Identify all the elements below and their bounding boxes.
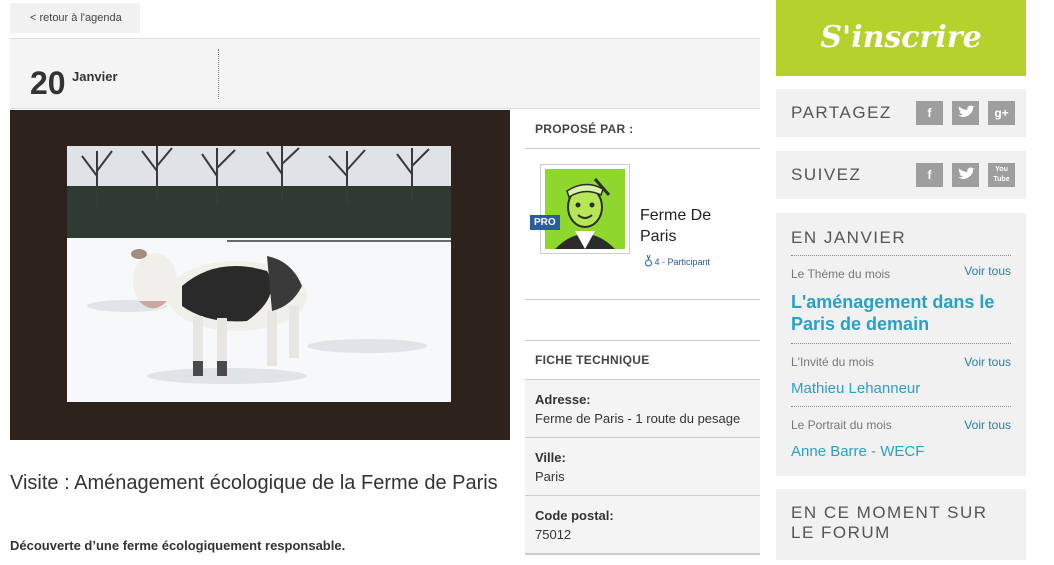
fiche-label: Ville:	[535, 450, 566, 465]
fiche-row-postal-code: Code postal: 75012	[525, 496, 760, 554]
google-plus-icon[interactable]: g+	[988, 101, 1015, 125]
event-details-column: PROPOSÉ PAR : PRO Ferme De Paris 4 - Par…	[525, 110, 760, 555]
organizer-heading: PROPOSÉ PAR :	[525, 110, 760, 149]
organizer-name-link[interactable]: Ferme De Paris	[640, 205, 750, 247]
see-all-link[interactable]: Voir tous	[964, 355, 1011, 369]
organizer-avatar[interactable]	[540, 164, 630, 254]
see-all-link[interactable]: Voir tous	[964, 264, 1011, 278]
guest-of-month-link[interactable]: Mathieu Lehanneur	[791, 380, 920, 397]
twitter-icon[interactable]	[952, 101, 979, 125]
organizer-rank[interactable]: 4 - Participant	[645, 254, 711, 267]
farmer-avatar-icon	[545, 169, 625, 249]
date-month: Janvier	[72, 69, 118, 84]
january-category: L'Invité du mois	[791, 355, 874, 369]
fiche-heading: FICHE TECHNIQUE	[525, 340, 760, 380]
fiche-row-city: Ville: Paris	[525, 438, 760, 496]
fiche-value: Paris	[535, 469, 565, 484]
avatar-image	[545, 169, 625, 249]
facebook-icon[interactable]: f	[916, 163, 943, 187]
follow-box: SUIVEZ f You Tube	[776, 151, 1026, 199]
date-bar: 20 Janvier	[10, 38, 760, 109]
january-title: EN JANVIER	[791, 228, 907, 247]
january-box: EN JANVIER Le Thème du mois Voir tous L'…	[776, 213, 1026, 476]
cow-in-snow-illustration	[67, 146, 451, 402]
fiche-row-address: Adresse: Ferme de Paris - 1 route du pes…	[525, 380, 760, 438]
signup-button[interactable]: S'inscrire	[776, 0, 1026, 76]
event-title: Visite : Aménagement écologique de la Fe…	[10, 472, 498, 494]
pro-badge: PRO	[530, 215, 560, 230]
youtube-icon[interactable]: You Tube	[988, 163, 1015, 187]
january-category: Le Portrait du mois	[791, 418, 892, 432]
twitter-bird-glyph	[957, 105, 975, 117]
fiche-technique: FICHE TECHNIQUE Adresse: Ferme de Paris …	[525, 340, 760, 555]
event-photo	[67, 146, 451, 402]
fiche-label: Adresse:	[535, 392, 591, 407]
fiche-value: 75012	[535, 527, 572, 542]
forum-title: EN CE MOMENT SUR LE FORUM	[791, 503, 988, 542]
january-category: Le Thème du mois	[791, 267, 891, 281]
divider	[791, 406, 1011, 407]
twitter-icon[interactable]	[952, 163, 979, 187]
date-day: 20	[30, 65, 66, 101]
divider	[791, 255, 1011, 256]
divider	[791, 343, 1011, 344]
twitter-bird-glyph	[957, 167, 975, 179]
theme-of-month-link[interactable]: L'aménagement dans le Paris de demain	[791, 291, 1016, 335]
share-box: PARTAGEZ f g+	[776, 89, 1026, 137]
portrait-of-month-link[interactable]: Anne Barre - WECF	[791, 443, 924, 460]
rank-medal-icon	[645, 254, 652, 267]
share-label: PARTAGEZ	[791, 103, 892, 122]
follow-label: SUIVEZ	[791, 165, 862, 184]
fiche-label: Code postal:	[535, 508, 614, 523]
event-subtitle: Découverte d’une ferme écologiquement re…	[10, 538, 346, 553]
facebook-icon[interactable]: f	[916, 101, 943, 125]
event-photo-frame	[10, 110, 510, 440]
back-to-agenda-link[interactable]: < retour à l'agenda	[10, 3, 140, 33]
organizer-card: PRO Ferme De Paris 4 - Participant	[525, 149, 760, 300]
see-all-link[interactable]: Voir tous	[964, 418, 1011, 432]
forum-box: EN CE MOMENT SUR LE FORUM	[776, 489, 1026, 560]
fiche-value: Ferme de Paris - 1 route du pesage	[535, 411, 741, 426]
organizer-rank-label: 4 - Participant	[654, 257, 711, 267]
date-separator	[218, 49, 219, 99]
